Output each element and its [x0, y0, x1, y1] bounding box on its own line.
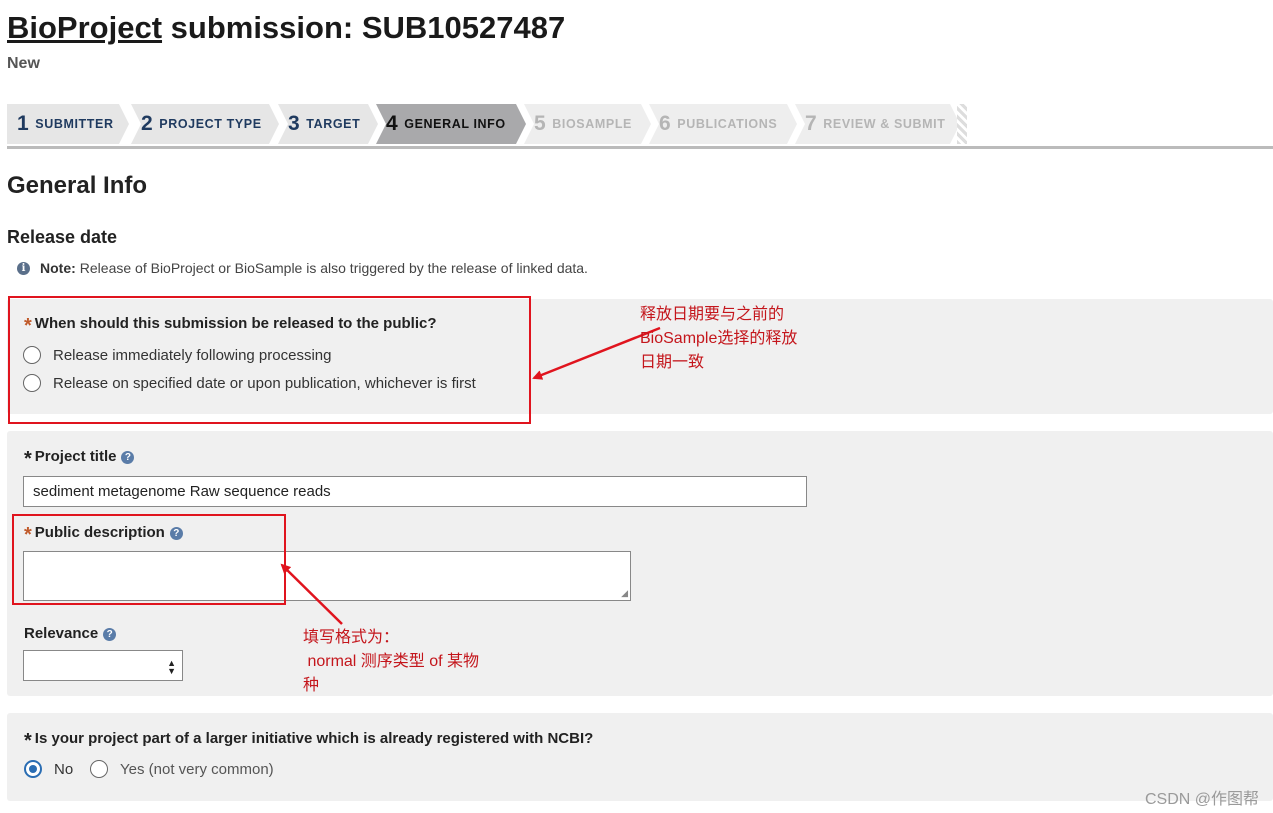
- annotation-arrow-description: [280, 563, 343, 625]
- annotation-description-note: 填写格式为： normal 测序类型 of 某物 种: [303, 629, 480, 694]
- annotation-arrows: [280, 326, 661, 625]
- watermark: CSDN @作图帮: [1144, 791, 1259, 808]
- annotation-release-note: 释放日期要与之前的 BioSample选择的释放 日期一致: [640, 306, 798, 371]
